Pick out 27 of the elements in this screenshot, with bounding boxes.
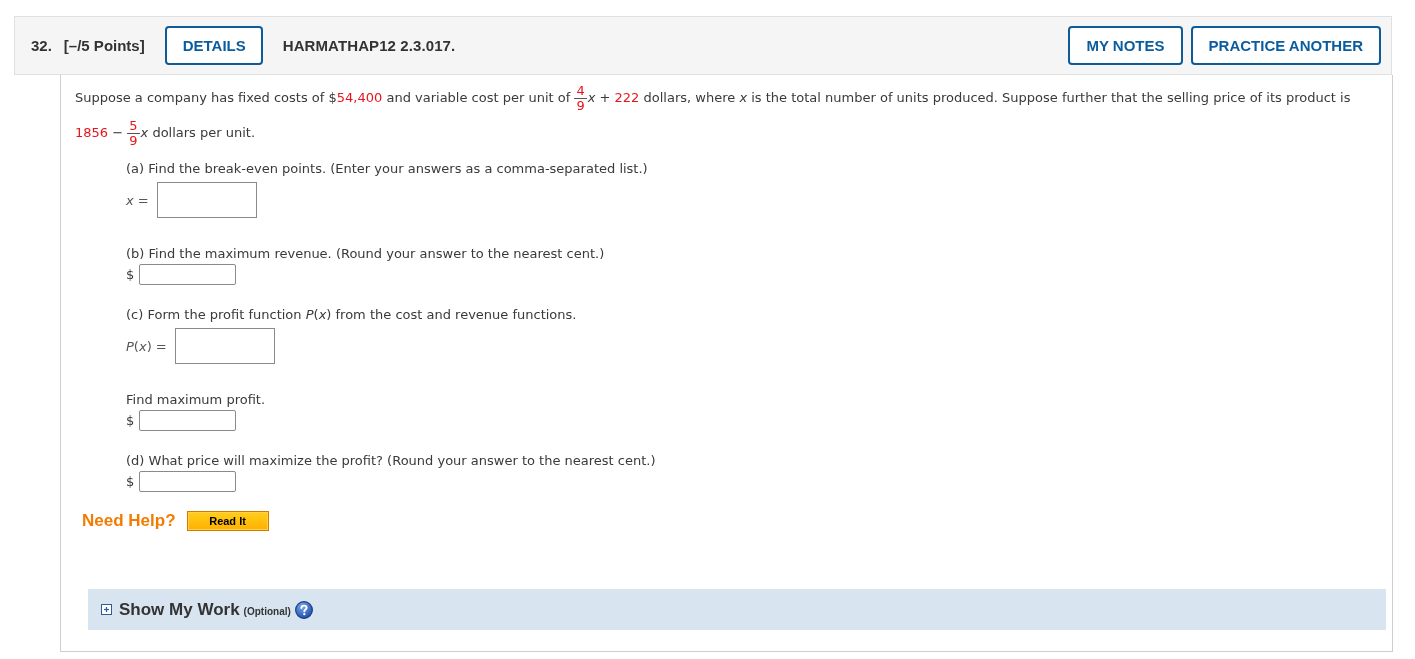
- question-prompt: (d) What price will maximize the profit? (Round your answer to the nearest cent.): [126, 453, 657, 469]
- need-help-label: Need Help?: [82, 511, 176, 531]
- help-icon[interactable]: [294, 600, 313, 619]
- question-number: 32.: [31, 37, 52, 54]
- currency-sign: $: [126, 413, 135, 428]
- question-prompt: Find maximum profit.: [126, 392, 267, 408]
- answer-field[interactable]: [139, 471, 237, 492]
- problem-code: HARMATHAP12 2.3.017.: [282, 37, 456, 54]
- equation-label: P(x) =: [126, 338, 167, 354]
- read-it-button[interactable]: Read It: [186, 511, 269, 531]
- currency-sign: $: [126, 267, 135, 282]
- equation-label: x =: [126, 192, 149, 208]
- currency-sign: $: [126, 474, 135, 489]
- question-prompt: (c) Form the profit function P(x) from the cost and revenue functions.: [126, 307, 578, 323]
- question-prompt: (b) Find the maximum revenue. (Round your answer to the nearest cent.): [126, 246, 606, 262]
- show-my-work-title[interactable]: Show My Work: [119, 599, 240, 620]
- details-button[interactable]: DETAILS: [164, 26, 263, 65]
- header-action-button[interactable]: MY NOTES: [1068, 26, 1183, 65]
- answer-field[interactable]: [139, 264, 237, 285]
- optional-note: (Optional): [243, 605, 291, 617]
- answer-field[interactable]: [174, 328, 275, 364]
- plus-icon[interactable]: [101, 604, 112, 615]
- question-prompt: (a) Find the break-even points. (Enter your answers as a comma-separated list.): [126, 161, 649, 177]
- answer-field[interactable]: [139, 410, 237, 431]
- points-label: [–/5 Points]: [63, 37, 145, 54]
- answer-field[interactable]: [156, 182, 257, 218]
- header-action-button[interactable]: PRACTICE ANOTHER: [1190, 26, 1381, 65]
